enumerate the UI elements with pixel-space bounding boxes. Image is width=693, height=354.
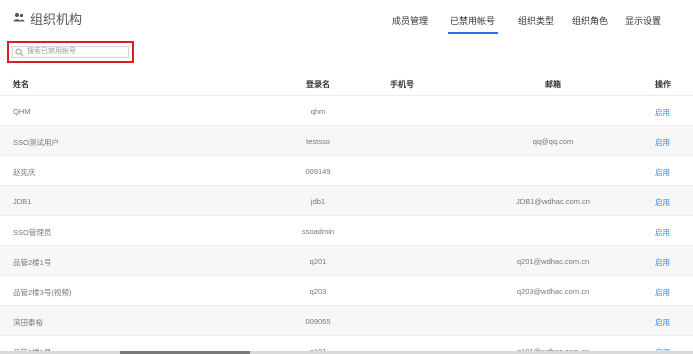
column-header-phone: 手机号 — [390, 80, 414, 89]
cell-email: q203@wdhac.com.cn — [516, 287, 590, 296]
enable-account-button[interactable]: 启用 — [655, 137, 670, 148]
table-row: 品管2楼3号(视频) q203 q203@wdhac.com.cn 启用 — [0, 276, 693, 306]
table-row: SSO测试用户 testsso qq@qq.com 启用 — [0, 126, 693, 156]
search-field[interactable] — [12, 46, 129, 58]
cell-name: 品管2楼3号(视频) — [13, 288, 72, 297]
cell-name: JDB1 — [13, 197, 32, 206]
enable-account-button[interactable]: 启用 — [655, 317, 670, 328]
table-header-row: 姓名 登录名 手机号 邮箱 操作 — [0, 70, 693, 96]
cell-email: qq@qq.com — [532, 137, 574, 146]
cell-login: ssoadmin — [301, 227, 335, 236]
table-row: QHM qhm 启用 — [0, 96, 693, 126]
cell-login: qhm — [310, 107, 326, 116]
search-icon — [15, 48, 24, 57]
enable-account-button[interactable]: 启用 — [655, 257, 670, 268]
cell-email: q201@wdhac.com.cn — [516, 257, 590, 266]
cell-name: QHM — [13, 107, 31, 116]
cell-login: q203 — [309, 287, 327, 296]
search-highlight-box — [7, 41, 134, 63]
table-row: 滨田泰裕 009065 启用 — [0, 306, 693, 336]
enable-account-button[interactable]: 启用 — [655, 287, 670, 298]
tab-display-settings[interactable]: 显示设置 — [625, 14, 661, 27]
cell-name: SSO管理员 — [13, 228, 52, 237]
cell-login: 009065 — [305, 317, 331, 326]
org-structure-icon — [13, 13, 25, 22]
column-header-name: 姓名 — [13, 80, 29, 89]
enable-account-button[interactable]: 启用 — [655, 227, 670, 238]
tab-org-roles[interactable]: 组织角色 — [572, 14, 608, 27]
table-row: 品管2楼1号 q201 q201@wdhac.com.cn 启用 — [0, 246, 693, 276]
search-input[interactable] — [27, 47, 127, 57]
active-tab-indicator — [448, 32, 498, 34]
cell-name: 品管2楼1号 — [13, 258, 52, 267]
cell-email: JDB1@wdhac.com.cn — [516, 197, 590, 206]
table-row: SSO管理员 ssoadmin 启用 — [0, 216, 693, 246]
tab-member-management[interactable]: 成员管理 — [392, 14, 428, 27]
enable-account-button[interactable]: 启用 — [655, 197, 670, 208]
column-header-login: 登录名 — [306, 80, 330, 89]
cell-name: 滨田泰裕 — [13, 318, 43, 327]
cell-name: 赵宪庆 — [13, 168, 36, 177]
tab-disabled-accounts[interactable]: 已禁用帐号 — [450, 14, 495, 27]
page-header: 组织机构 成员管理 已禁用帐号 组织类型 组织角色 显示设置 — [0, 0, 693, 36]
table-row: JDB1 jdb1 JDB1@wdhac.com.cn 启用 — [0, 186, 693, 216]
enable-account-button[interactable]: 启用 — [655, 107, 670, 118]
cell-login: q201 — [309, 257, 327, 266]
cell-login: 009149 — [305, 167, 331, 176]
enable-account-button[interactable]: 启用 — [655, 167, 670, 178]
cell-login: testsso — [306, 137, 330, 146]
cell-login: jdb1 — [310, 197, 326, 206]
column-header-email: 邮箱 — [545, 80, 561, 89]
table-row: 赵宪庆 009149 启用 — [0, 156, 693, 186]
column-header-actions: 操作 — [655, 80, 671, 89]
page-title: 组织机构 — [30, 12, 83, 27]
cell-name: SSO测试用户 — [13, 138, 59, 147]
tab-org-types[interactable]: 组织类型 — [518, 14, 554, 27]
